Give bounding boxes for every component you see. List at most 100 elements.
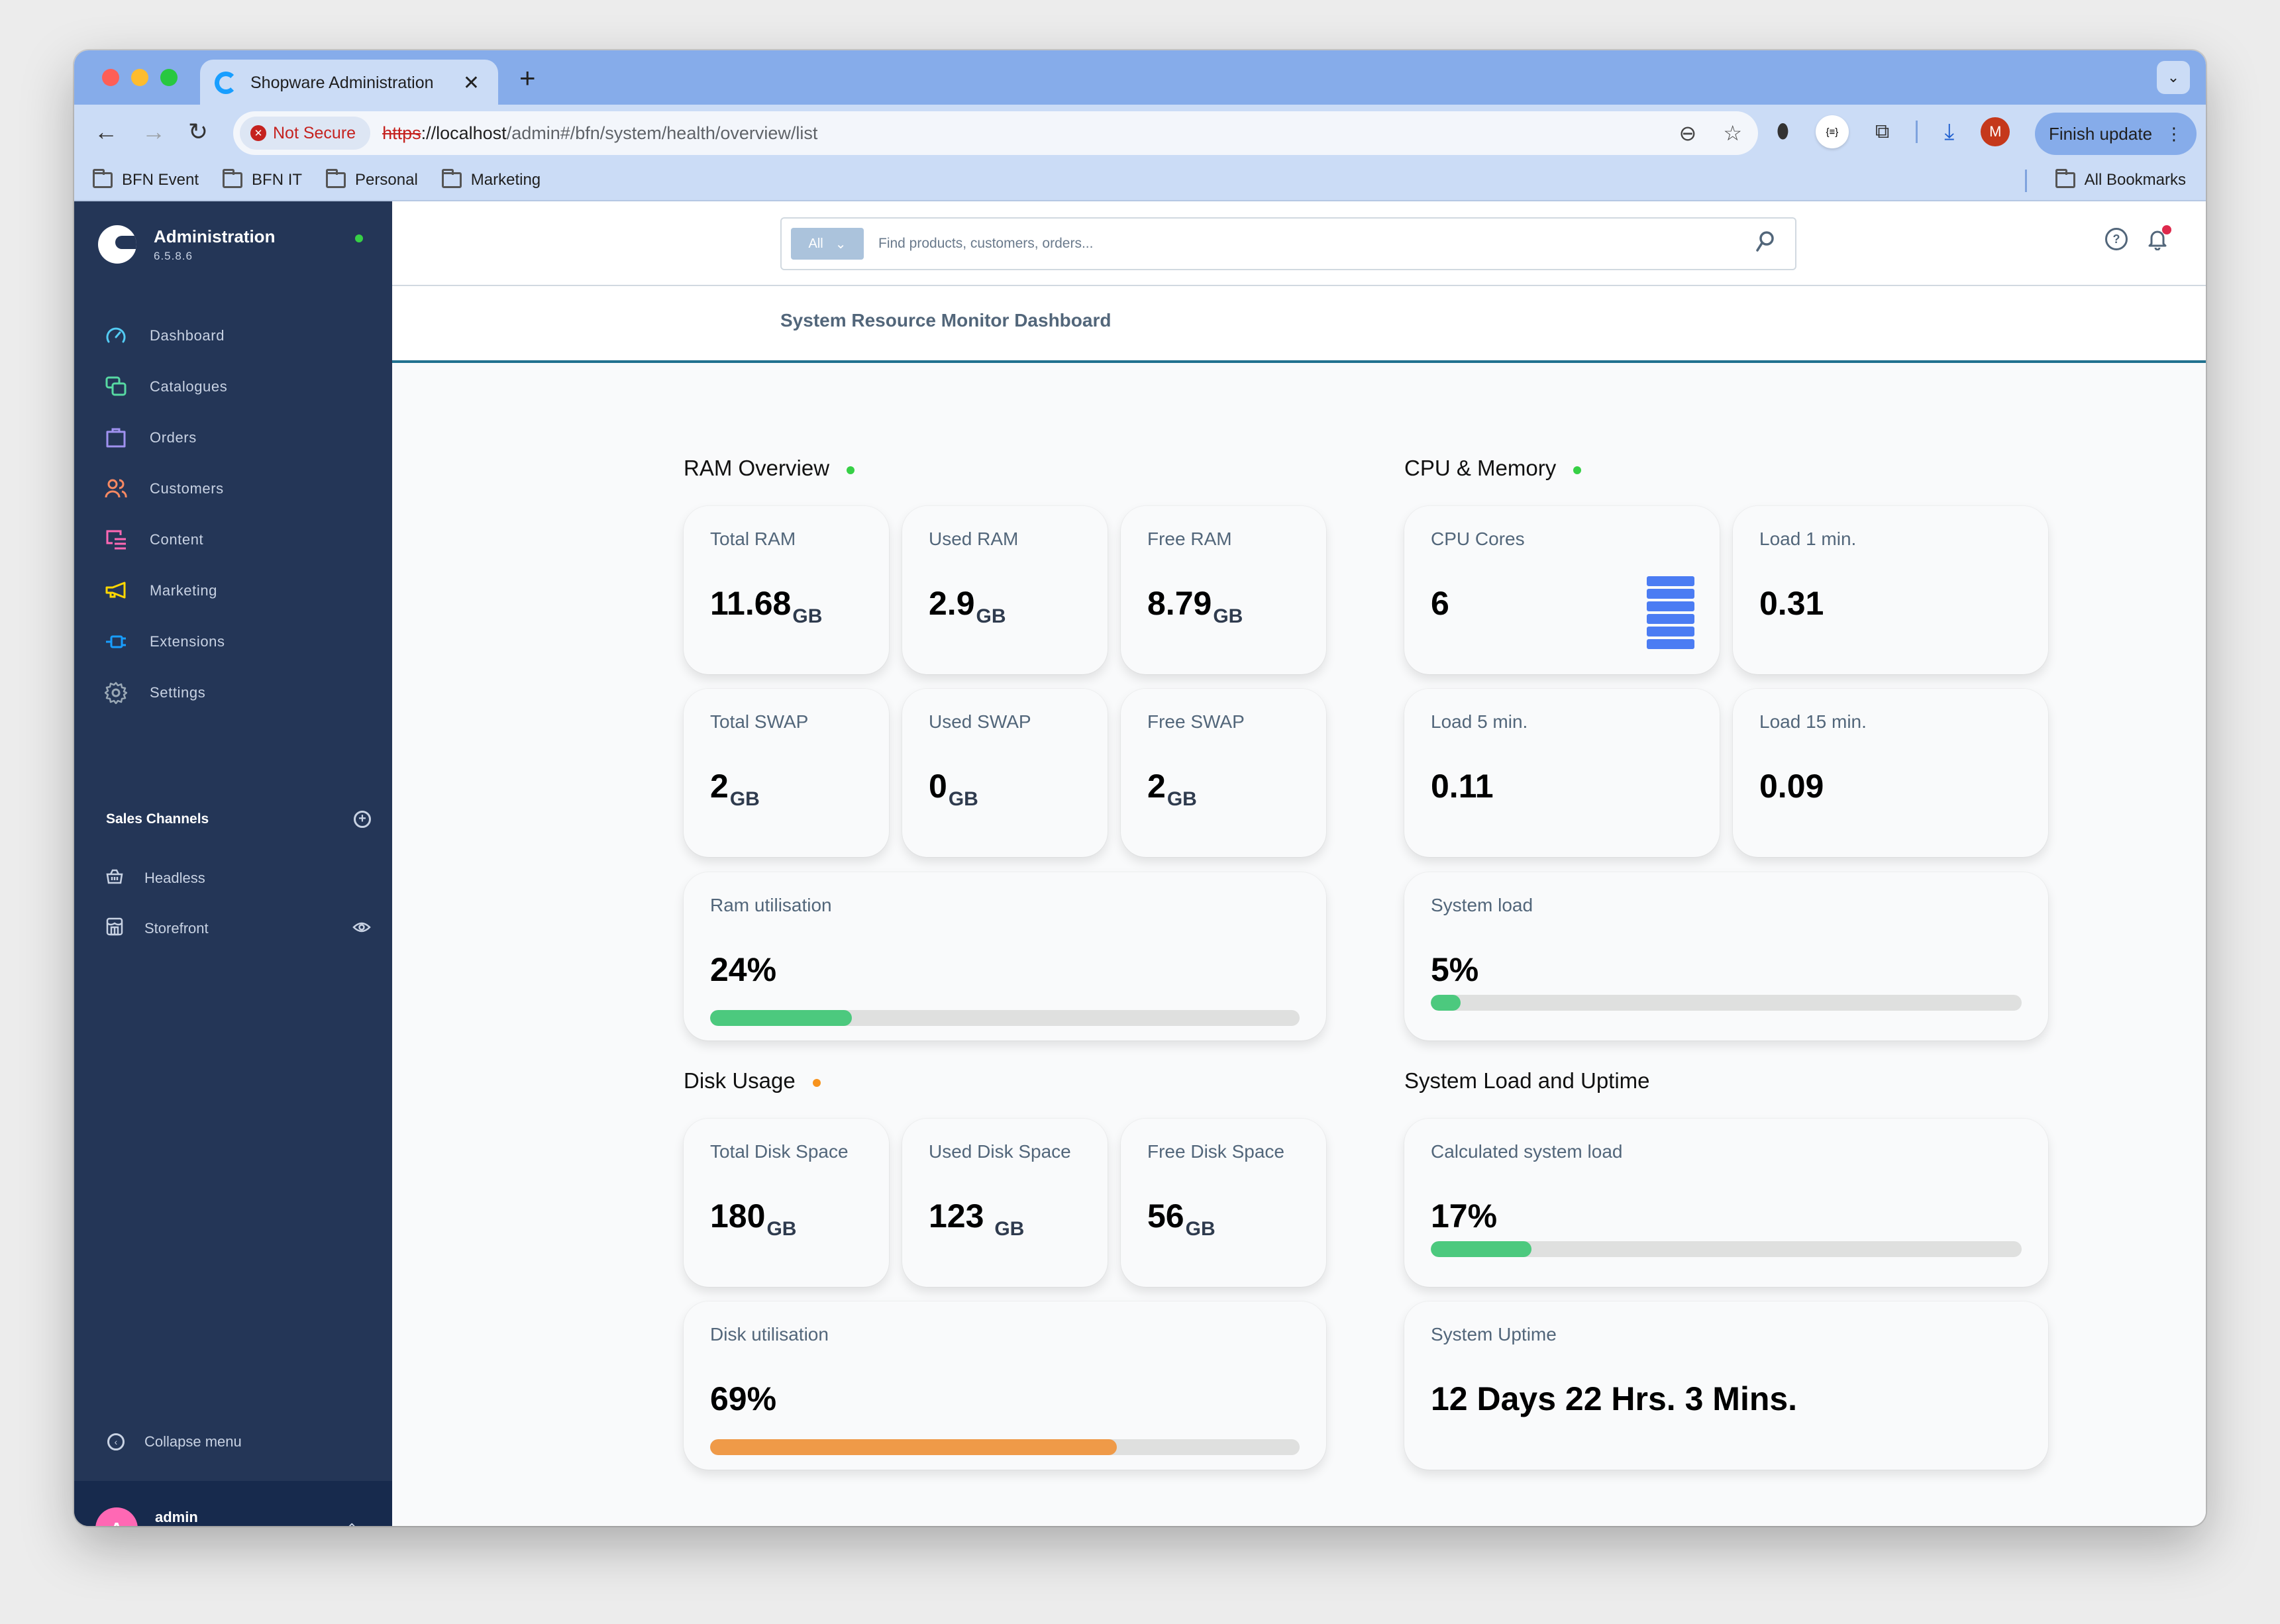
brand[interactable]: Administration 6.5.8.6	[98, 225, 275, 264]
address-bar[interactable]: ✕ Not Secure https://localhost/admin#/bf…	[233, 111, 1758, 155]
sales-channel-storefront[interactable]: Storefront	[106, 903, 371, 954]
sales-channel-label: Storefront	[144, 920, 209, 937]
search-icon[interactable]	[1755, 230, 1775, 258]
bookmark-item[interactable]: Marketing	[441, 169, 541, 189]
ram-overview-heading: RAM Overview	[684, 456, 855, 481]
load-15min-value: 0.09	[1759, 768, 1824, 805]
collapse-menu-button[interactable]: ‹ Collapse menu	[107, 1433, 242, 1450]
load-5min-value: 0.11	[1431, 768, 1494, 805]
ram-utilisation-fill	[710, 1010, 852, 1026]
bookmark-label: Marketing	[470, 171, 541, 189]
free-ram-card: Free RAM 8.79GB	[1121, 506, 1326, 674]
system-load-card: System load 5%	[1404, 872, 2048, 1040]
all-bookmarks-label: All Bookmarks	[2084, 171, 2186, 189]
close-window-button[interactable]	[102, 69, 119, 86]
bookmark-item[interactable]: BFN IT	[223, 169, 303, 189]
free-swap-value: 2GB	[1147, 768, 1197, 810]
new-tab-button[interactable]: +	[519, 62, 536, 94]
system-uptime-value: 12 Days 22 Hrs. 3 Mins.	[1431, 1380, 1798, 1417]
main-navigation: Dashboard Catalogues Orders Customers Conten…	[105, 310, 227, 718]
system-load-fill	[1431, 995, 1461, 1011]
disk-utilisation-bar	[710, 1439, 1300, 1455]
shopware-logo-icon	[98, 225, 136, 264]
sidebar-item-settings[interactable]: Settings	[105, 667, 227, 718]
bookmark-item[interactable]: Personal	[326, 169, 418, 189]
cpu-core-bar	[1647, 614, 1694, 624]
total-ram-card: Total RAM 11.68GB	[684, 506, 889, 674]
eye-icon[interactable]	[352, 920, 371, 937]
notifications-bell-icon[interactable]	[2146, 225, 2171, 251]
free-swap-card: Free SWAP 2GB	[1121, 689, 1326, 857]
close-tab-icon[interactable]: ✕	[463, 72, 480, 95]
storefront-icon	[106, 917, 123, 940]
reload-icon[interactable]: ↻	[188, 118, 208, 146]
total-ram-value: 11.68GB	[710, 585, 823, 627]
cpu-cores-value: 6	[1431, 585, 1449, 622]
sidebar-item-extensions[interactable]: Extensions	[105, 616, 227, 667]
security-chip[interactable]: ✕ Not Secure	[240, 117, 371, 150]
url-text[interactable]: https://localhost/admin#/bfn/system/heal…	[382, 123, 817, 144]
catalogues-icon	[105, 376, 127, 398]
used-ram-value: 2.9GB	[929, 585, 1006, 627]
sidebar-item-marketing[interactable]: Marketing	[105, 565, 227, 616]
total-swap-card: Total SWAP 2GB	[684, 689, 889, 857]
sidebar-item-content[interactable]: Content	[105, 514, 227, 565]
search-type-select[interactable]: All ⌄	[791, 228, 864, 260]
user-menu[interactable]: A admin Administrator ⌃	[74, 1481, 392, 1526]
user-avatar: A	[95, 1507, 138, 1526]
load-15min-label: Load 15 min.	[1759, 711, 1867, 732]
forward-arrow-icon[interactable]: →	[142, 118, 166, 146]
calculated-load-fill	[1431, 1241, 1531, 1257]
sidebar-item-orders[interactable]: Orders	[105, 412, 227, 463]
chevron-left-icon: ‹	[107, 1433, 125, 1450]
sidebar-item-label: Marketing	[150, 582, 217, 599]
search-input[interactable]	[878, 236, 1739, 252]
ram-utilisation-card: Ram utilisation 24%	[684, 872, 1326, 1040]
free-disk-label: Free Disk Space	[1147, 1141, 1284, 1162]
all-bookmarks-button[interactable]: All Bookmarks	[2055, 169, 2186, 189]
sidebar-item-label: Dashboard	[150, 327, 225, 344]
total-disk-value: 180GB	[710, 1197, 797, 1240]
extensions-puzzle-icon[interactable]: ⧉	[1875, 121, 1889, 143]
help-icon[interactable]: ?	[2105, 228, 2128, 250]
zoom-out-icon[interactable]: ⊖	[1679, 121, 1697, 146]
sales-channel-headless[interactable]: Headless	[106, 853, 371, 903]
sidebar-item-catalogues[interactable]: Catalogues	[105, 361, 227, 412]
chevron-up-icon[interactable]: ⌃	[346, 1521, 358, 1526]
bookmark-star-icon[interactable]: ☆	[1723, 121, 1742, 146]
password-manager-icon[interactable]: ⬮	[1777, 121, 1789, 143]
back-arrow-icon[interactable]: ←	[94, 118, 118, 146]
minimize-window-button[interactable]	[131, 69, 148, 86]
finish-update-button[interactable]: Finish update ⋮	[2035, 113, 2197, 155]
bookmarks-divider	[2025, 170, 2027, 192]
cpu-cores-label: CPU Cores	[1431, 529, 1525, 549]
bookmarks-bar: BFN Event BFN IT Personal Marketing All Boo…	[74, 160, 2206, 201]
notification-badge	[2162, 225, 2171, 234]
window-controls	[102, 69, 178, 86]
json-formatter-icon[interactable]: {≡}	[1815, 115, 1849, 148]
browser-tab[interactable]: Shopware Administration ✕	[200, 60, 498, 106]
cpu-core-bar	[1647, 639, 1694, 649]
total-swap-label: Total SWAP	[710, 711, 809, 732]
page-title: System Resource Monitor Dashboard	[780, 310, 1112, 330]
download-icon[interactable]: ⤓	[1944, 119, 1954, 145]
bookmark-item[interactable]: BFN Event	[93, 169, 199, 189]
page-header: System Resource Monitor Dashboard	[392, 286, 2206, 363]
sidebar-item-dashboard[interactable]: Dashboard	[105, 310, 227, 361]
system-load-bar	[1431, 995, 2022, 1011]
folder-icon	[223, 169, 243, 188]
maximize-window-button[interactable]	[160, 69, 178, 86]
disk-utilisation-value: 69%	[710, 1380, 777, 1417]
ram-overview-title: RAM Overview	[684, 456, 830, 480]
tab-search-chevron-icon[interactable]: ⌄	[2157, 61, 2190, 94]
bookmark-label: BFN IT	[252, 171, 303, 189]
free-disk-card: Free Disk Space 56GB	[1121, 1119, 1326, 1287]
admin-sidebar: Administration 6.5.8.6 Dashboard Catalogu…	[74, 201, 392, 1526]
ram-utilisation-bar	[710, 1010, 1300, 1026]
folder-icon	[93, 169, 113, 188]
add-sales-channel-icon[interactable]: +	[354, 811, 371, 828]
calculated-load-card: Calculated system load 17%	[1404, 1119, 2048, 1287]
sidebar-item-customers[interactable]: Customers	[105, 463, 227, 514]
customers-icon	[105, 478, 127, 500]
profile-avatar[interactable]: M	[1981, 117, 2010, 146]
